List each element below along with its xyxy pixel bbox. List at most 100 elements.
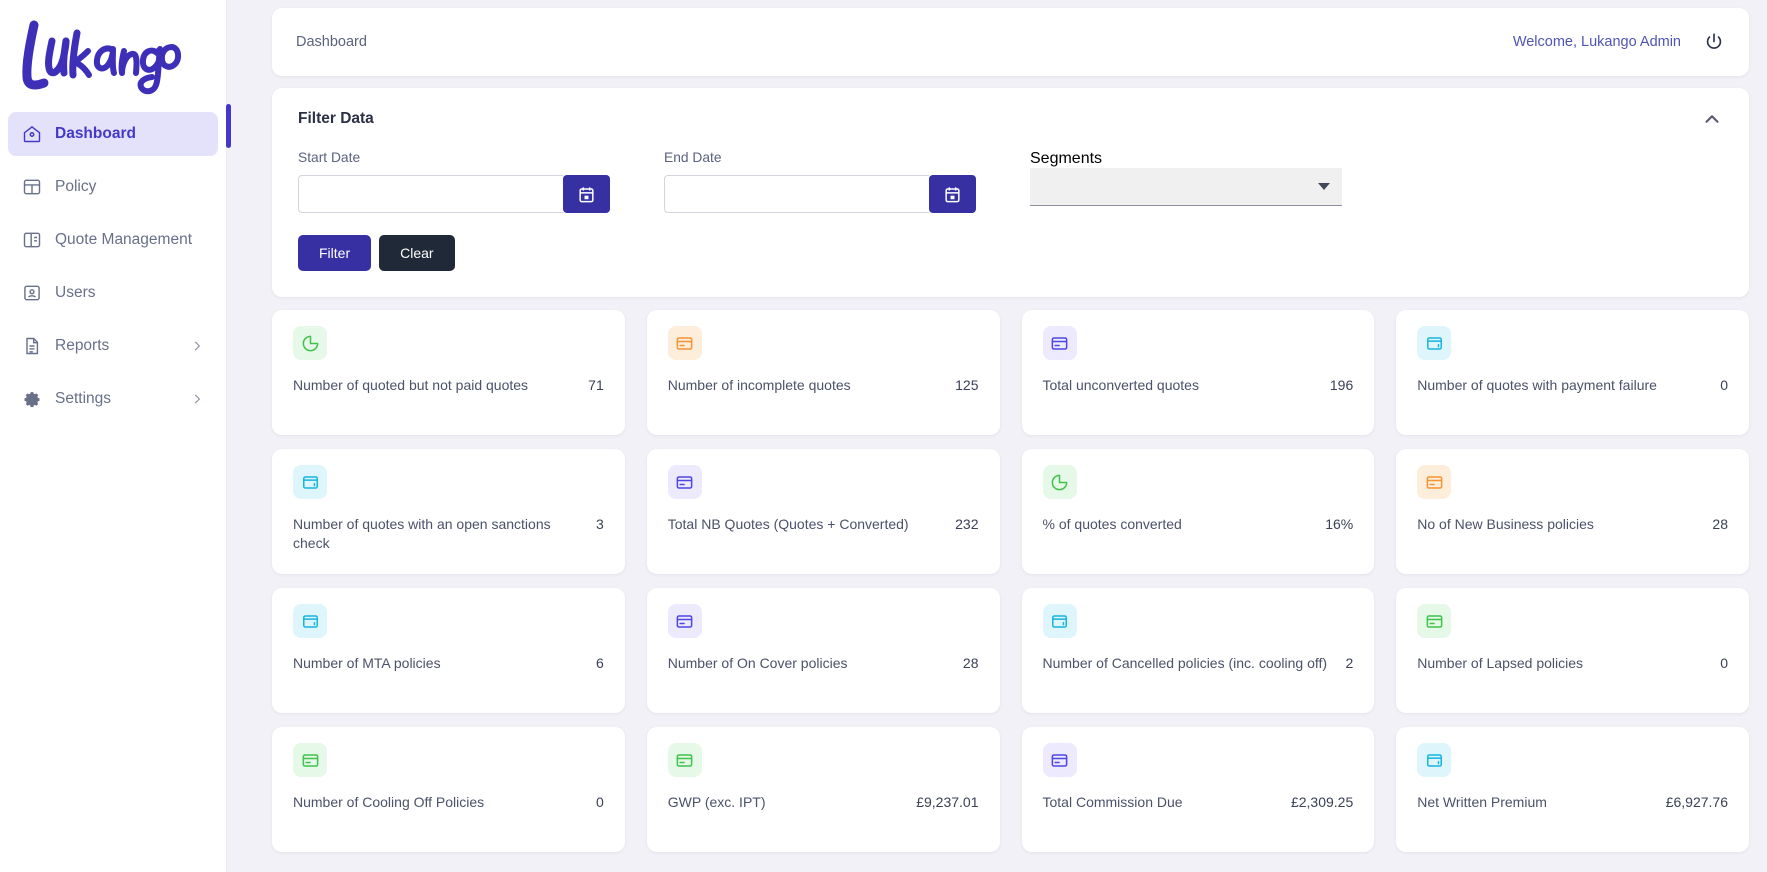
credit-card-icon bbox=[676, 614, 693, 628]
kpi-title: GWP (exc. IPT) bbox=[667, 794, 766, 810]
kpi-title: Total NB Quotes (Quotes + Converted) bbox=[667, 516, 909, 532]
kpi-card[interactable]: Net Written Premium £6,927.76 bbox=[1396, 727, 1749, 852]
sidebar-item-quote-management[interactable]: Quote Management bbox=[8, 218, 218, 262]
kpi-value: 71 bbox=[588, 377, 604, 393]
kpi-title: Number of quotes with payment failure bbox=[1417, 377, 1657, 393]
kpi-title: No of New Business policies bbox=[1417, 516, 1594, 532]
credit-card-icon bbox=[676, 336, 693, 350]
kpi-card[interactable]: GWP (exc. IPT) £9,237.01 bbox=[646, 727, 1000, 852]
credit-card-icon bbox=[676, 753, 693, 767]
document-icon bbox=[26, 337, 39, 355]
kpi-icon-box bbox=[293, 326, 327, 360]
sidebar-item-label: Reports bbox=[55, 337, 110, 354]
kpi-value: 3 bbox=[595, 516, 604, 532]
kpi-icon-box bbox=[293, 465, 327, 499]
calendar-icon bbox=[579, 186, 594, 202]
kpi-value: 6 bbox=[595, 655, 604, 671]
lukango-logo-icon bbox=[22, 20, 182, 95]
sidebar-item-settings[interactable]: Settings bbox=[8, 377, 218, 421]
wallet-icon bbox=[302, 475, 318, 489]
kpi-card[interactable]: Total NB Quotes (Quotes + Converted) 232 bbox=[646, 449, 1000, 574]
wallet-icon bbox=[302, 614, 318, 628]
kpi-card[interactable]: % of quotes converted 16% bbox=[1021, 449, 1375, 574]
kpi-card[interactable]: Number of incomplete quotes 125 bbox=[646, 310, 1000, 435]
kpi-icon-box bbox=[1042, 465, 1077, 499]
kpi-value: 2 bbox=[1345, 655, 1354, 671]
panel-icon bbox=[23, 232, 41, 248]
filter-actions: Filter Clear bbox=[298, 235, 1723, 271]
kpi-icon-box bbox=[293, 743, 327, 777]
layout-icon bbox=[23, 179, 41, 195]
active-nav-indicator bbox=[226, 104, 231, 148]
breadcrumb: Dashboard bbox=[296, 34, 367, 50]
kpi-title: Number of MTA policies bbox=[293, 655, 441, 671]
sidebar-item-dashboard[interactable]: Dashboard bbox=[8, 112, 218, 156]
home-icon bbox=[23, 126, 41, 143]
kpi-icon-box bbox=[667, 465, 702, 499]
gear-icon bbox=[24, 392, 40, 408]
credit-card-icon bbox=[1426, 475, 1443, 489]
segments-select[interactable] bbox=[1030, 168, 1342, 206]
end-date-input[interactable] bbox=[664, 175, 929, 213]
pie-chart-icon bbox=[302, 335, 318, 351]
start-date-calendar-button[interactable] bbox=[563, 175, 610, 213]
kpi-icon-box bbox=[1417, 743, 1452, 777]
page-header: Dashboard Welcome, Lukango Admin bbox=[272, 8, 1749, 76]
sidebar-item-label: Users bbox=[55, 284, 96, 301]
start-date-field: Start Date bbox=[298, 150, 610, 213]
kpi-card[interactable]: No of New Business policies 28 bbox=[1396, 449, 1749, 574]
kpi-title: Number of quoted but not paid quotes bbox=[293, 377, 529, 393]
kpi-title: Net Written Premium bbox=[1417, 794, 1547, 810]
sidebar-item-label: Policy bbox=[55, 178, 97, 195]
chevron-right-icon bbox=[194, 394, 201, 404]
filter-fields: Start Date End Date Segments bbox=[298, 150, 1723, 213]
filter-button[interactable]: Filter bbox=[298, 235, 372, 271]
kpi-icon-box bbox=[667, 604, 702, 638]
kpi-card[interactable]: Number of Cancelled policies (inc. cooli… bbox=[1021, 588, 1375, 713]
chevron-right-icon bbox=[194, 341, 201, 351]
segments-label: Segments bbox=[1030, 150, 1103, 167]
user-icon bbox=[24, 285, 40, 301]
end-date-label: End Date bbox=[664, 150, 722, 165]
kpi-card[interactable]: Number of Lapsed policies 0 bbox=[1396, 588, 1749, 713]
kpi-card[interactable]: Number of On Cover policies 28 bbox=[646, 588, 1000, 713]
kpi-card[interactable]: Number of quoted but not paid quotes 71 bbox=[272, 310, 625, 435]
end-date-field: End Date bbox=[664, 150, 976, 213]
kpi-card[interactable]: Number of quotes with payment failure 0 bbox=[1396, 310, 1749, 435]
segments-field: Segments bbox=[1030, 150, 1342, 206]
chevron-down-icon bbox=[1318, 183, 1330, 190]
kpi-grid: Number of quoted but not paid quotes 71 Nu… bbox=[272, 310, 1749, 852]
sidebar-item-reports[interactable]: Reports bbox=[8, 324, 218, 368]
clear-button[interactable]: Clear bbox=[379, 235, 455, 271]
kpi-title: Number of Cooling Off Policies bbox=[293, 794, 485, 810]
kpi-icon-box bbox=[667, 326, 702, 360]
sidebar-item-policy[interactable]: Policy bbox=[8, 165, 218, 209]
wallet-icon bbox=[1052, 614, 1067, 628]
kpi-icon-box bbox=[293, 604, 327, 638]
kpi-value: 0 bbox=[1720, 655, 1728, 671]
kpi-title: Number of On Cover policies bbox=[667, 655, 848, 671]
header-actions: Welcome, Lukango Admin bbox=[1513, 31, 1725, 53]
pie-chart-icon bbox=[1051, 474, 1068, 490]
kpi-value: 28 bbox=[1712, 516, 1728, 532]
end-date-calendar-button[interactable] bbox=[929, 175, 976, 213]
chevron-up-icon[interactable] bbox=[1701, 108, 1723, 130]
kpi-card[interactable]: Total Commission Due £2,309.25 bbox=[1021, 727, 1375, 852]
kpi-card[interactable]: Number of quotes with an open sanctions … bbox=[272, 449, 625, 574]
kpi-card[interactable]: Number of MTA policies 6 bbox=[272, 588, 625, 713]
kpi-card[interactable]: Number of Cooling Off Policies 0 bbox=[272, 727, 625, 852]
calendar-icon bbox=[945, 186, 960, 202]
kpi-value: 196 bbox=[1329, 377, 1354, 393]
sidebar-item-label: Dashboard bbox=[55, 125, 136, 142]
power-icon[interactable] bbox=[1703, 31, 1725, 53]
kpi-card[interactable]: Total unconverted quotes 196 bbox=[1021, 310, 1375, 435]
brand-logo[interactable] bbox=[0, 6, 226, 110]
kpi-icon-box bbox=[1042, 604, 1077, 638]
kpi-value: £2,309.25 bbox=[1290, 794, 1354, 810]
wallet-icon bbox=[1426, 336, 1442, 350]
filter-panel: Filter Data Start Date End Date Segments… bbox=[272, 88, 1749, 297]
kpi-value: £6,927.76 bbox=[1665, 794, 1728, 810]
sidebar-item-users[interactable]: Users bbox=[8, 271, 218, 315]
credit-card-icon bbox=[1051, 336, 1068, 350]
start-date-input[interactable] bbox=[298, 175, 563, 213]
